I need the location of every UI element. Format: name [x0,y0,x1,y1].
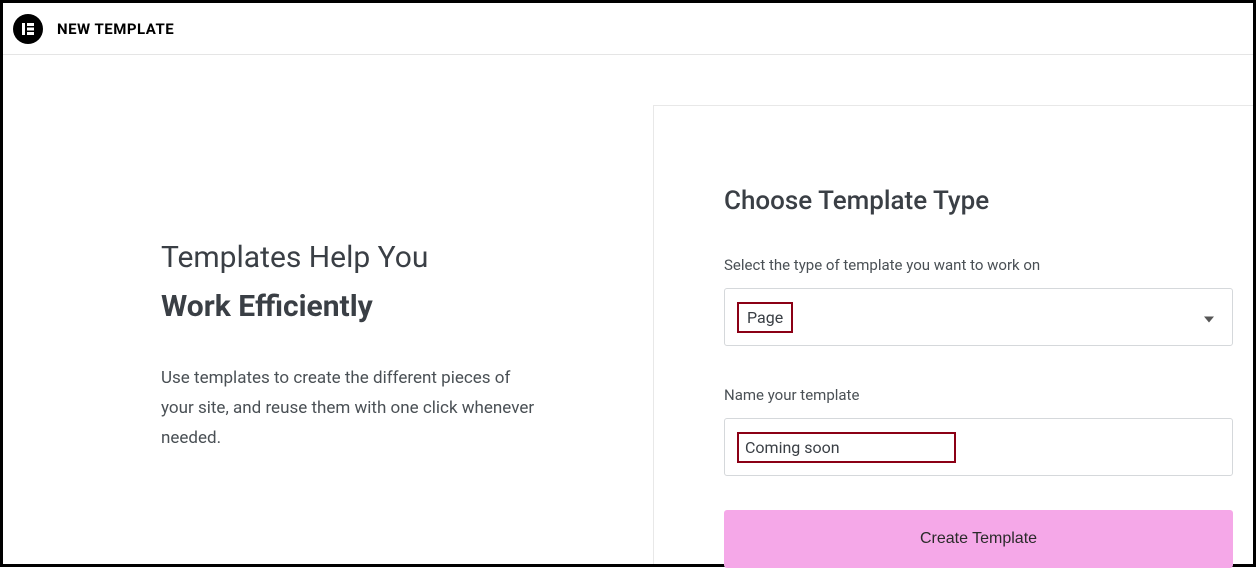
elementor-logo-icon [13,14,43,44]
form-panel: Choose Template Type Select the type of … [653,105,1253,564]
modal-title: NEW TEMPLATE [57,20,174,38]
info-description: Use templates to create the different pi… [161,364,541,453]
create-template-button[interactable]: Create Template [724,510,1233,568]
template-name-label: Name your template [724,386,1233,404]
info-panel: Templates Help You Work Efficiently Use … [3,55,653,564]
template-type-label: Select the type of template you want to … [724,256,1233,274]
template-name-input[interactable] [737,432,956,463]
info-heading-line1: Templates Help You [161,235,593,280]
info-heading-line2: Work Efficiently [161,280,593,334]
form-title: Choose Template Type [724,186,1233,216]
modal-content: Templates Help You Work Efficiently Use … [3,55,1253,564]
template-type-value: Page [737,302,793,333]
modal-header: NEW TEMPLATE [3,3,1253,55]
template-type-select[interactable]: Page [724,288,1233,346]
template-name-input-wrapper [724,418,1233,476]
caret-down-icon [1204,308,1214,327]
